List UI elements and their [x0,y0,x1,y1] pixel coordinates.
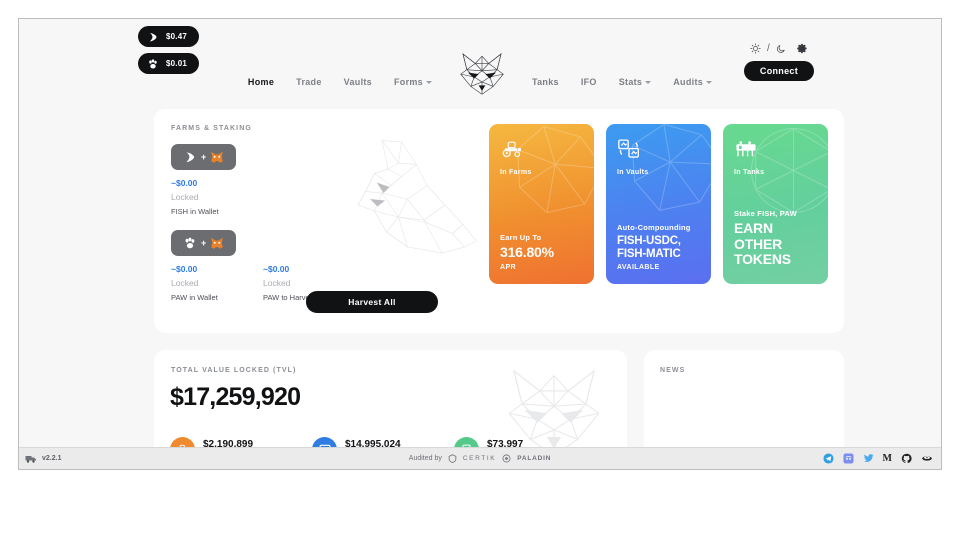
promo-card-farms[interactable]: In Farms Earn Up To 316.80% APR [489,124,594,284]
nav-item-tanks[interactable]: Tanks [532,77,559,87]
theme-and-settings: / [750,43,808,54]
nav-label: IFO [580,77,597,87]
fish-token-icon [150,32,157,41]
audited-by-label: Audited by [408,455,442,462]
stat-caption: PAW in Wallet [171,293,218,302]
promo-headline: EARN OTHER TOKENS [734,219,791,268]
nav-item-ifo[interactable]: IFO [581,77,597,87]
promo-card-vaults[interactable]: In Vaults Auto-Compounding FISH-USDC, FI… [606,124,711,284]
sun-icon[interactable] [750,43,761,54]
nav-label: Stats [618,77,643,87]
auto-compound-icon [618,139,639,158]
promo-footer: AVAILABLE [617,264,660,271]
promo-footer: APR [500,264,516,271]
stat-value: ~$0.00 [263,264,290,274]
fish-price-value: $0.47 [166,32,188,41]
promo-headline: FISH-USDC, FISH-MATIC [617,235,681,261]
nav-label: Home [247,77,275,87]
stat-status: Locked [171,192,199,202]
footer-social-links: M [823,453,933,464]
fish-token-icon [186,152,195,163]
nav-label: Trade [296,77,322,87]
chevron-down-icon [645,81,652,84]
promo-tag: In Tanks [734,169,765,176]
farms-and-staking-panel: FARMS & STAKING + ~$0.00 Locked FISH in … [154,109,844,333]
nav-item-forms[interactable]: Forms [394,77,432,87]
tractor-icon [502,141,521,158]
nav-item-trade[interactable]: Trade [296,77,322,87]
plus-sign: + [201,151,207,162]
certik-label: CERTIK [462,455,497,462]
plus-sign: + [201,237,207,248]
tvl-panel-title: TOTAL VALUE LOCKED (TVL) [171,367,297,374]
promo-card-tanks[interactable]: In Tanks Stake FISH, PAW EARN OTHER TOKE… [723,124,828,284]
paw-token-icon [185,237,195,249]
twitter-icon[interactable] [863,453,874,464]
fish-stake-badge[interactable]: + [171,144,237,170]
stat-status: Locked [263,278,291,288]
gitbook-icon[interactable] [921,453,933,464]
connect-wallet-button[interactable]: Connect [743,61,814,81]
paladin-icon [502,454,511,463]
gear-icon[interactable] [797,43,808,54]
theme-separator: / [767,43,770,54]
medium-icon[interactable]: M [883,453,892,464]
chevron-down-icon [425,81,432,84]
farms-panel-title: FARMS & STAKING [171,125,252,132]
certik-icon [448,454,457,463]
nav-item-home[interactable]: Home [248,77,274,87]
polygon-cat-logo[interactable] [454,45,510,101]
promo-kicker: Stake FISH, PAW [734,208,797,218]
medium-glyph: M [882,453,892,464]
chevron-down-icon [706,81,713,84]
nav-group-right: Tanks IFO Stats Audits [532,77,713,87]
nav-item-audits[interactable]: Audits [673,77,713,87]
discord-icon[interactable] [843,453,854,464]
fish-price-pill[interactable]: $0.47 [138,26,200,47]
footer-audits: Audited by CERTIK PALADIN [19,454,941,463]
nav-item-stats[interactable]: Stats [619,77,652,87]
promo-body: Stake FISH, PAW EARN OTHER TOKENS [734,209,817,271]
promo-kicker: Earn Up To [500,233,542,243]
promo-tag: In Vaults [617,169,649,176]
promo-headline: 316.80% [500,244,554,261]
tank-icon [736,141,756,157]
paw-stake-badge[interactable]: + [171,230,237,256]
metamask-fox-icon [211,237,224,249]
nav-label: Forms [393,77,423,87]
nav-group-left: Home Trade Vaults Forms [248,77,432,87]
nav-label: Vaults [343,77,372,87]
app-header: $0.47 $0.01 Home Trade Vaults Forms Tank… [19,19,941,95]
stat-status: Locked [171,278,199,288]
stat-caption: FISH in Wallet [171,207,219,216]
news-panel-title: NEWS [660,367,686,374]
moon-icon[interactable] [776,44,786,54]
app-footer: v2.2.1 Audited by CERTIK PALADIN M [19,447,941,469]
metamask-fox-icon [211,151,224,163]
promo-body: Earn Up To 316.80% APR [500,233,583,271]
stake-column: + ~$0.00 Locked FISH in Wallet + ~$0.00 … [171,142,401,302]
telegram-icon[interactable] [823,453,834,464]
header-actions: / Connect [743,43,814,81]
promo-kicker: Auto-Compounding [617,223,691,233]
stat-value: ~$0.00 [171,264,198,274]
paladin-label: PALADIN [517,455,552,462]
nav-item-vaults[interactable]: Vaults [344,77,372,87]
promo-tag: In Farms [500,169,532,176]
github-icon[interactable] [901,453,912,464]
promo-cards: In Farms Earn Up To 316.80% APR In Vault… [489,124,828,284]
fish-wallet-stat: ~$0.00 Locked FISH in Wallet [171,170,263,216]
paw-wallet-stat: ~$0.00 Locked PAW in Wallet [171,256,263,302]
promo-body: Auto-Compounding FISH-USDC, FISH-MATIC A… [617,223,700,271]
tvl-total-amount: $17,259,920 [170,383,301,411]
stat-value: ~$0.00 [171,178,198,188]
nav-label: Audits [673,77,704,87]
app-viewport: $0.47 $0.01 Home Trade Vaults Forms Tank… [18,18,942,470]
fish-stat-row: ~$0.00 Locked FISH in Wallet [171,170,401,216]
harvest-all-button[interactable]: Harvest All [306,291,438,313]
nav-label: Tanks [531,77,559,87]
